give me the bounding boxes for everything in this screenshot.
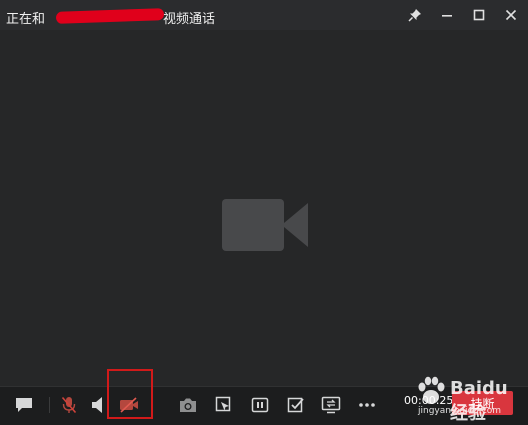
maximize-icon — [473, 9, 485, 21]
chat-bubble-icon — [16, 398, 32, 412]
screen-share-icon — [321, 396, 341, 414]
screen-share-button[interactable] — [320, 394, 342, 416]
screenshot-button[interactable] — [177, 394, 199, 416]
pause-box-icon — [251, 397, 269, 413]
hangup-button[interactable]: 挂断 — [452, 391, 513, 415]
minimize-button[interactable] — [438, 6, 456, 24]
toolbar-divider — [49, 397, 50, 413]
video-call-window: 正在和 视频通话 00:00:25 挂断 Baidu 经验 jingyan.ba… — [0, 0, 528, 425]
title-bar: 正在和 视频通话 — [0, 0, 528, 30]
window-title-suffix: 视频通话 — [163, 12, 216, 27]
window-controls — [406, 6, 520, 24]
maximize-button[interactable] — [470, 6, 488, 24]
hangup-label: 挂断 — [470, 396, 495, 411]
speaker-icon — [92, 397, 102, 413]
minimize-icon — [442, 15, 452, 17]
camera-icon — [180, 398, 196, 412]
speaker-button[interactable] — [87, 394, 109, 416]
highlight-annotation — [107, 369, 153, 419]
mic-off-icon — [61, 396, 77, 414]
more-button[interactable] — [356, 394, 378, 416]
pin-icon — [408, 9, 421, 22]
window-title-prefix: 正在和 — [6, 12, 46, 27]
call-timer: 00:00:25 — [404, 394, 454, 407]
video-camera-icon — [222, 199, 308, 251]
close-icon — [505, 9, 517, 21]
crop-select-icon — [215, 396, 231, 412]
close-button[interactable] — [502, 6, 520, 24]
whiteboard-button[interactable] — [285, 394, 307, 416]
pin-button[interactable] — [406, 6, 424, 24]
chat-button[interactable] — [13, 394, 35, 416]
mute-mic-button[interactable] — [58, 394, 80, 416]
pause-button[interactable] — [249, 394, 271, 416]
check-box-icon — [287, 397, 304, 413]
snip-button[interactable] — [213, 394, 235, 416]
ellipsis-icon — [359, 403, 375, 407]
